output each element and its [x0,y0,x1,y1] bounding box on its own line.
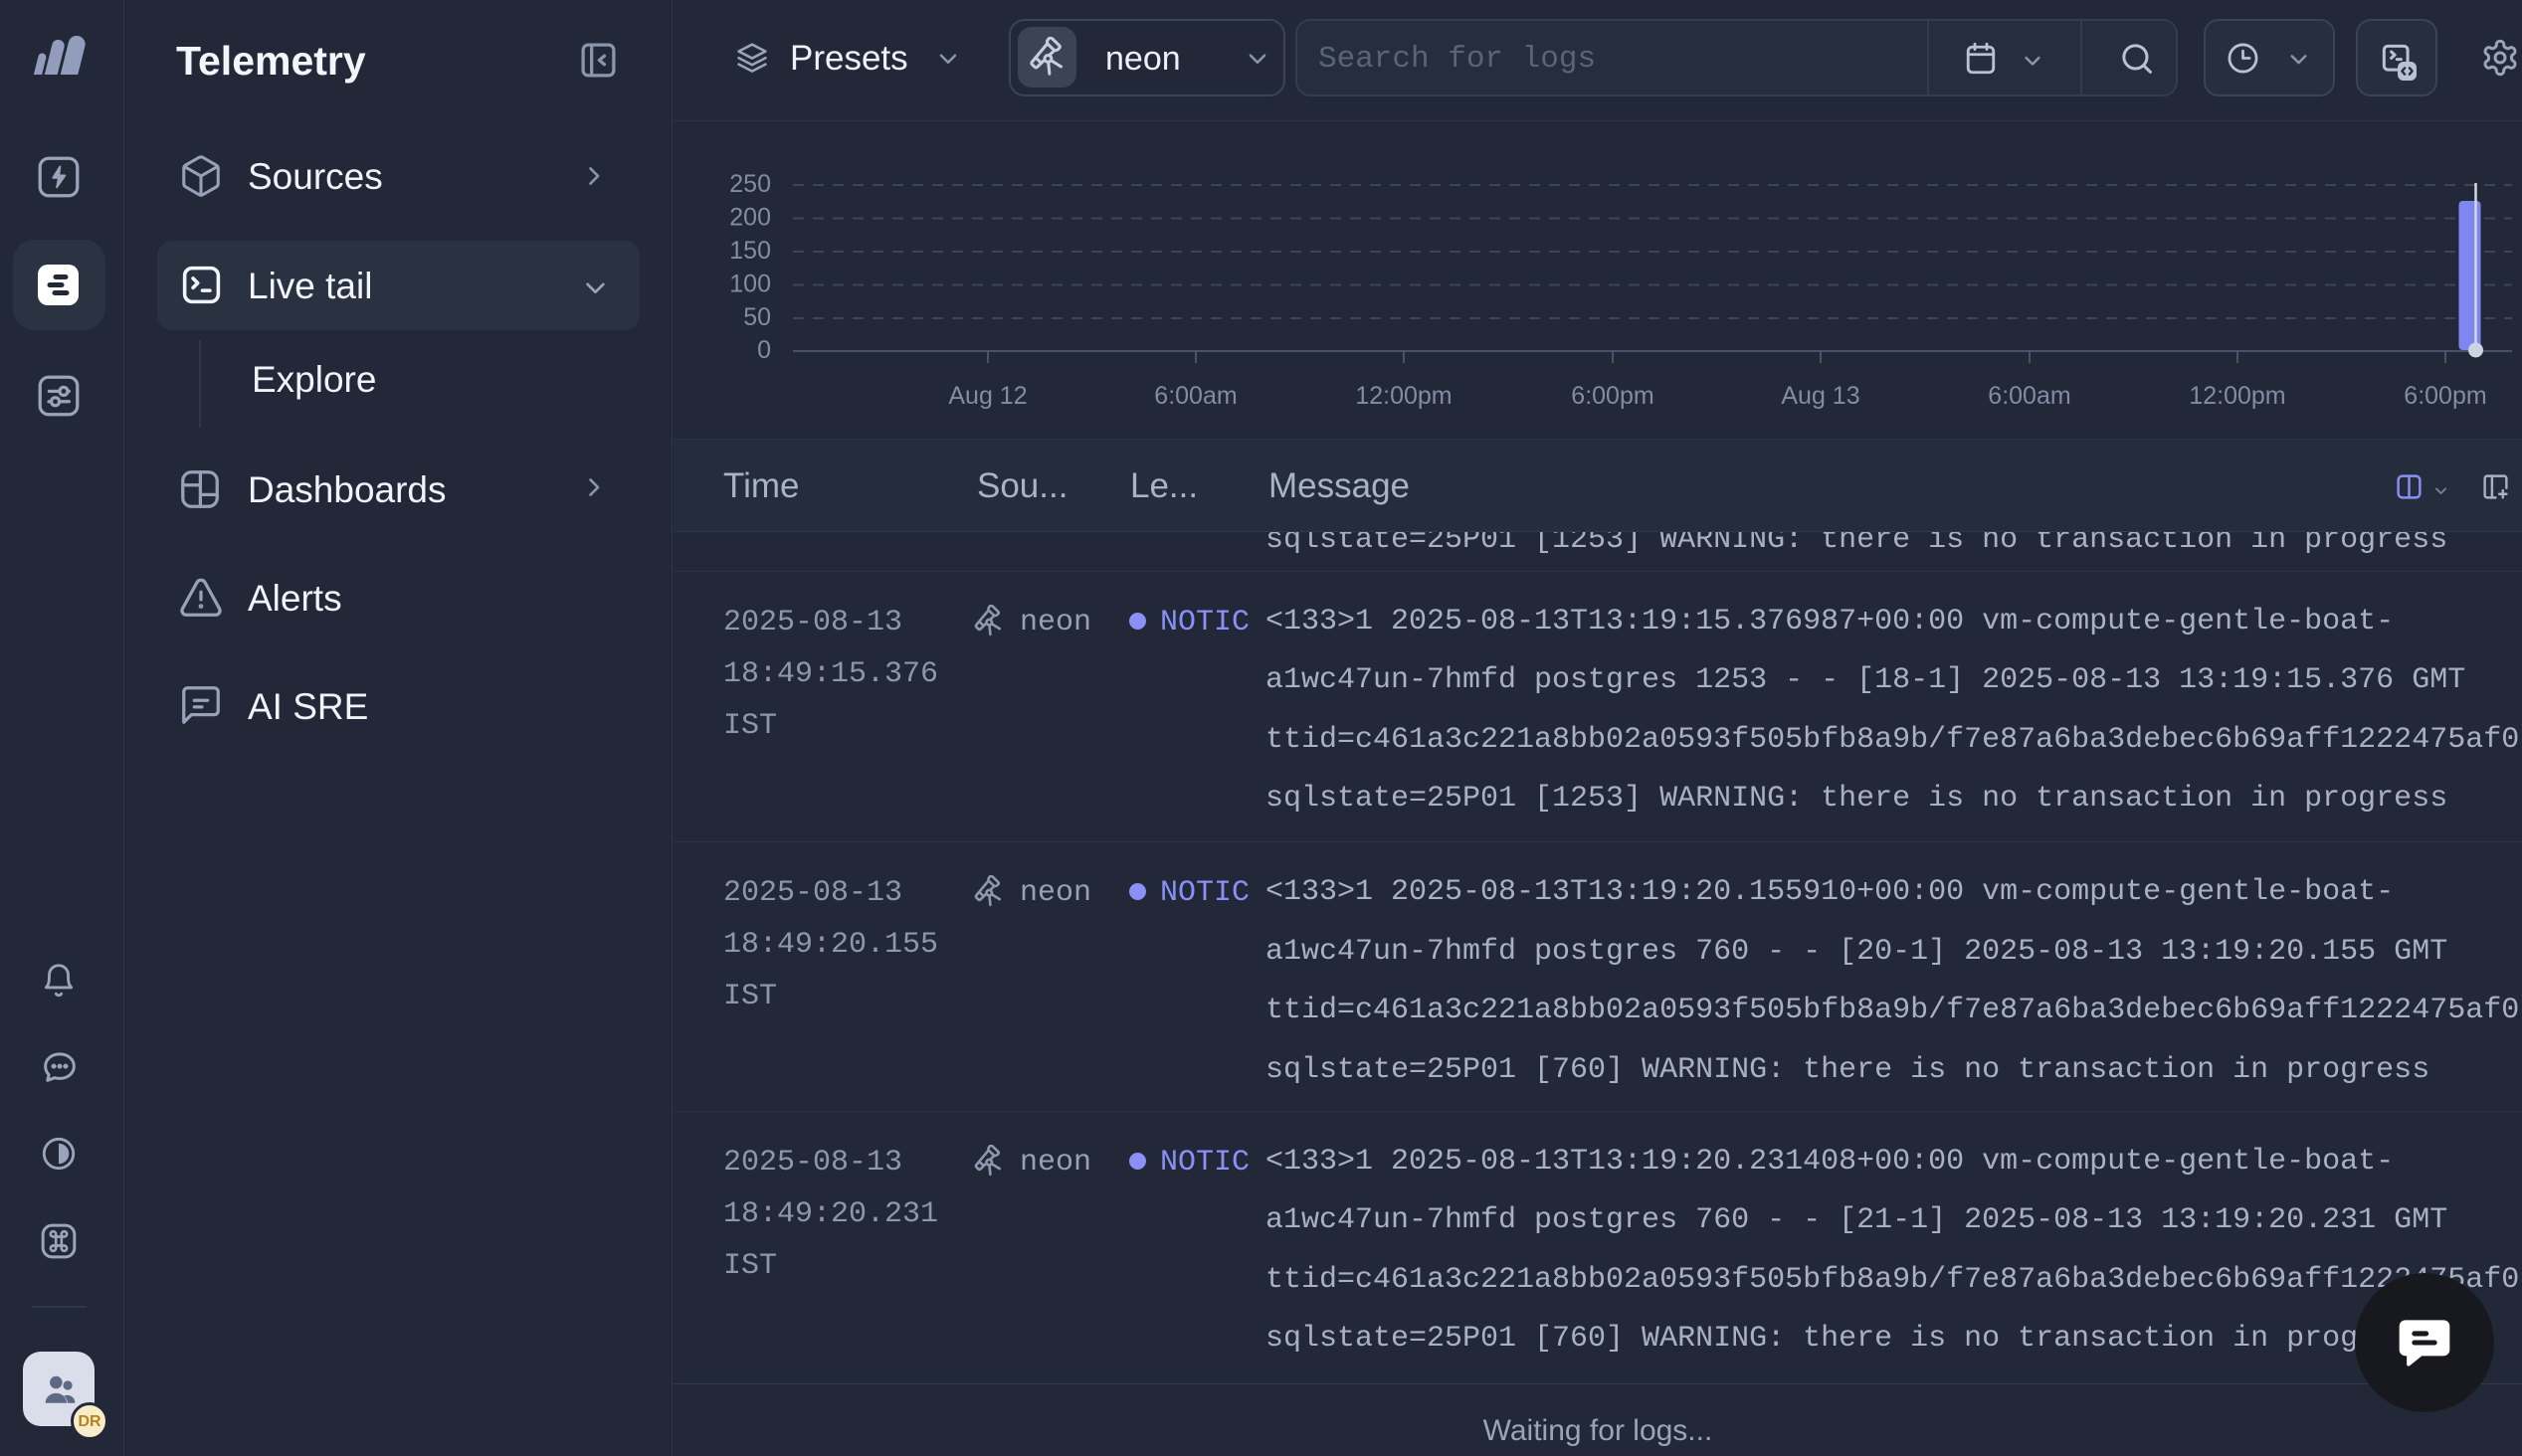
svg-text:12:00pm: 12:00pm [1355,382,1452,410]
svg-text:0: 0 [757,336,771,364]
svg-text:Aug 12: Aug 12 [948,382,1027,410]
svg-text:Aug 13: Aug 13 [1781,382,1859,410]
svg-text:250: 250 [729,170,771,198]
svg-text:6:00am: 6:00am [1988,382,2070,410]
svg-text:50: 50 [743,303,771,331]
svg-text:100: 100 [729,271,771,298]
svg-text:6:00pm: 6:00pm [2404,382,2486,410]
svg-text:200: 200 [729,204,771,232]
svg-text:150: 150 [729,237,771,265]
svg-text:12:00pm: 12:00pm [2189,382,2285,410]
svg-text:6:00pm: 6:00pm [1571,382,1653,410]
svg-text:6:00am: 6:00am [1154,382,1237,410]
